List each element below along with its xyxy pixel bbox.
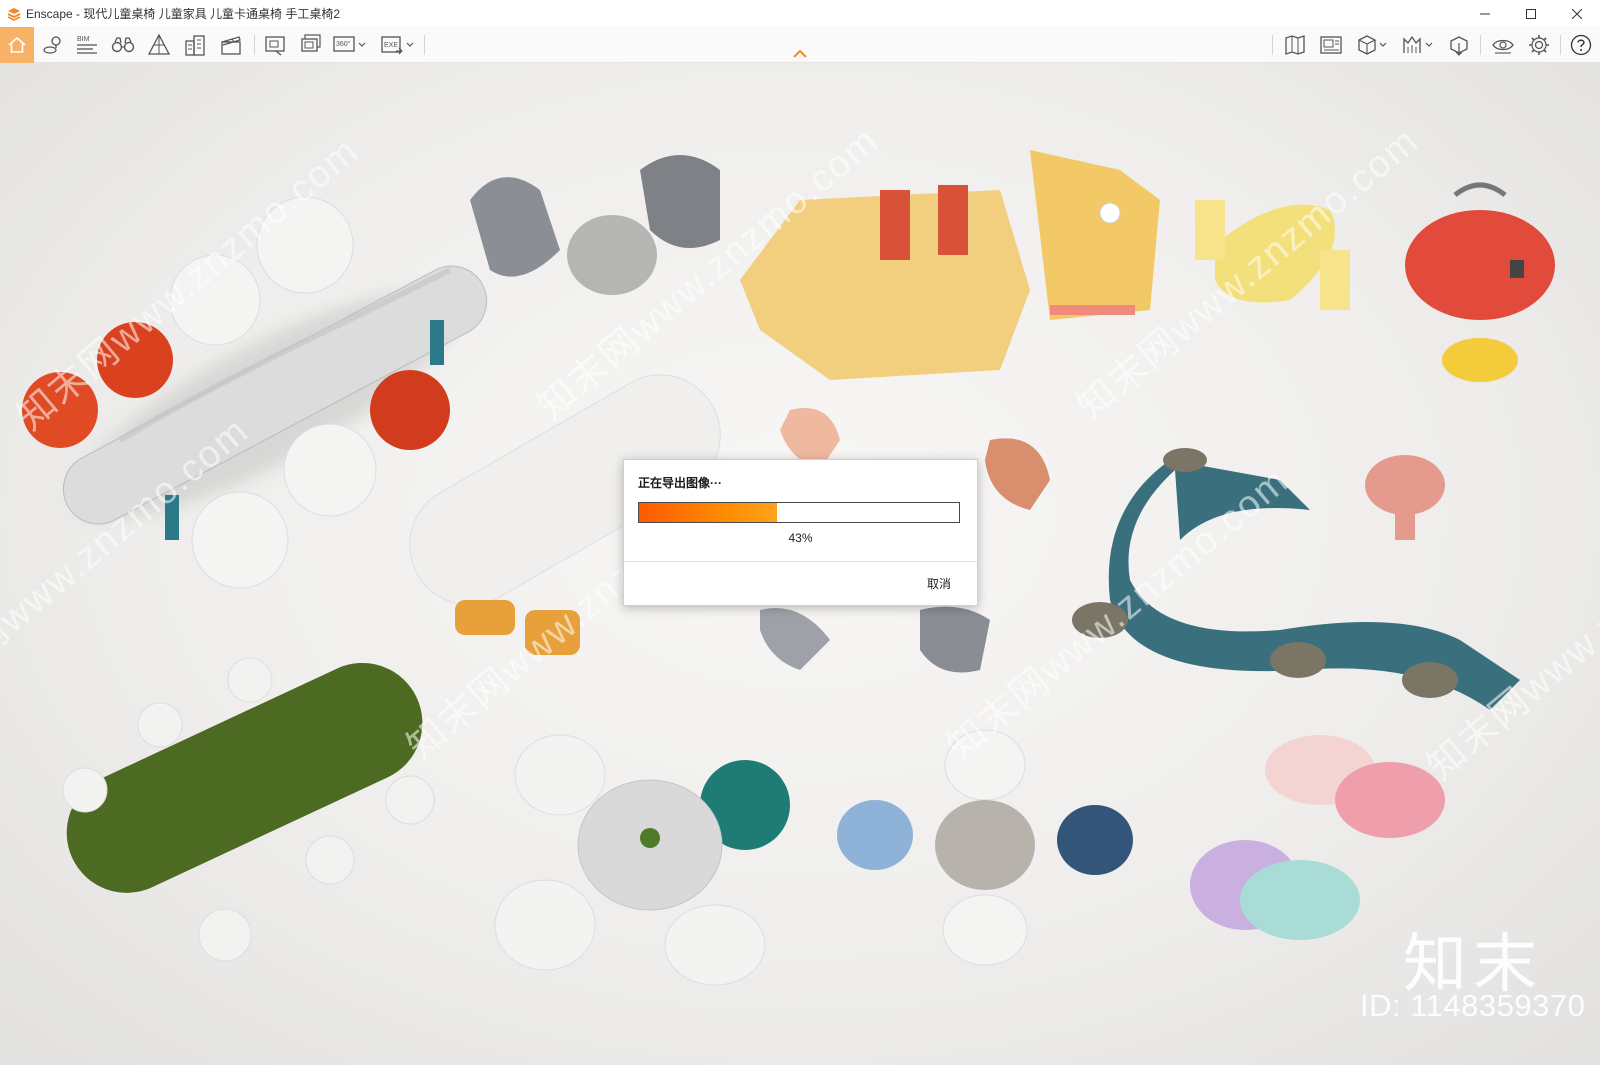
eye-icon: [1492, 39, 1514, 54]
binoculars-button[interactable]: [108, 27, 138, 63]
visual-settings-panel-button[interactable]: [1316, 27, 1346, 63]
video-editor-button[interactable]: [216, 27, 246, 63]
asset-library-button[interactable]: [1352, 27, 1390, 63]
asset-library-icon: [1358, 35, 1376, 55]
perspective-icon: [147, 33, 171, 55]
chevron-down-icon: [1379, 42, 1387, 47]
pastel-flower-seats: [1190, 735, 1445, 940]
export-exe-icon: EXE: [381, 36, 403, 55]
chevron-down-icon: [1425, 42, 1433, 47]
chevron-up-icon: [793, 49, 807, 58]
export-progress-dialog: 正在导出图像··· 43% 取消: [623, 459, 978, 606]
maximize-button[interactable]: [1508, 0, 1554, 27]
collapse-toolbar-button[interactable]: [790, 47, 810, 61]
dialog-divider: [624, 561, 977, 562]
location-pin-icon: [43, 36, 61, 54]
svg-text:BIM: BIM: [77, 36, 90, 43]
binoculars-icon: [111, 37, 135, 53]
chevron-down-icon: [406, 42, 414, 47]
window-title: Enscape - 现代儿童桌椅 儿童家具 儿童卡通桌椅 手工桌椅2: [26, 7, 341, 21]
enscape-window: Enscape - 现代儿童桌椅 儿童家具 儿童卡通桌椅 手工桌椅2 BIM 3…: [0, 0, 1600, 1065]
clapperboard-icon: [221, 36, 241, 55]
close-button[interactable]: [1554, 0, 1600, 27]
cancel-button[interactable]: 取消: [927, 575, 951, 592]
progress-percent: 43%: [788, 531, 813, 545]
egg-chair-set: [837, 729, 1133, 966]
brand-id: ID: 1148359370: [1360, 988, 1586, 1023]
screenshot-icon: [265, 36, 285, 56]
view-settings-button[interactable]: [1488, 27, 1518, 63]
buildings-button[interactable]: [180, 27, 210, 63]
chevron-down-icon: [358, 42, 366, 47]
progress-bar: [638, 502, 960, 523]
green-table-set: [62, 657, 435, 962]
batch-render-button[interactable]: [296, 27, 326, 63]
export-icon: [1450, 36, 1468, 56]
render-image-button[interactable]: [260, 27, 290, 63]
export-button[interactable]: [1444, 27, 1474, 63]
title-bar: Enscape - 现代儿童桌椅 儿童家具 儿童卡通桌椅 手工桌椅2: [0, 0, 1600, 27]
bim-button[interactable]: BIM: [72, 27, 102, 63]
export-exe-button[interactable]: EXE: [376, 27, 418, 63]
buildings-icon: [185, 35, 205, 56]
red-round-table: [1405, 182, 1555, 382]
svg-text:EXE: EXE: [384, 42, 398, 49]
settings-button[interactable]: [1524, 27, 1554, 63]
location-pin-button[interactable]: [38, 27, 68, 63]
image-panel-icon: [1320, 36, 1342, 54]
site-context-button[interactable]: [1398, 27, 1436, 63]
gear-icon: [1529, 35, 1549, 55]
panorama-360-icon: 360°: [333, 36, 355, 52]
svg-text:360°: 360°: [336, 40, 351, 48]
progress-fill: [639, 503, 777, 522]
site-context-icon: [1403, 35, 1421, 53]
home-button[interactable]: [0, 27, 34, 63]
help-icon: [1570, 34, 1592, 56]
map-button[interactable]: [1280, 27, 1310, 63]
home-icon: [8, 36, 26, 53]
panorama-button[interactable]: 360°: [330, 27, 368, 63]
map-icon: [1285, 35, 1305, 55]
help-button[interactable]: [1566, 27, 1596, 63]
batch-render-icon: [301, 34, 321, 52]
perspective-button[interactable]: [144, 27, 174, 63]
minimize-button[interactable]: [1462, 0, 1508, 27]
bim-icon: BIM: [77, 36, 97, 54]
dialog-title: 正在导出图像···: [638, 476, 722, 490]
marble-round-table-set: [494, 734, 790, 986]
enscape-logo-icon: [6, 6, 22, 22]
